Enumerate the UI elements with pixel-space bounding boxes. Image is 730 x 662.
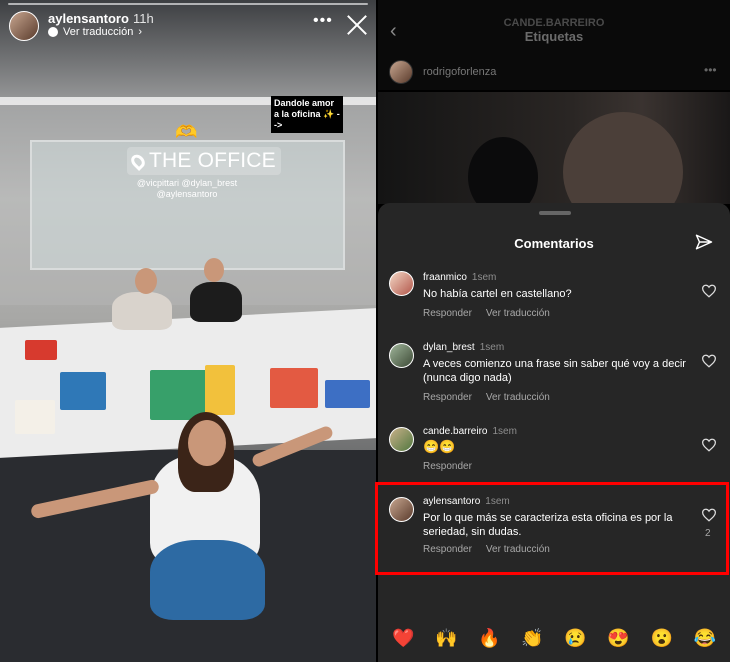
reaction-fire[interactable]: 🔥 [478,628,500,656]
person-sitting [190,282,242,322]
story-translate-link[interactable]: Ver traducción › [48,26,142,38]
comment-actions: Responder Ver traducción [423,308,564,319]
share-icon[interactable] [695,233,713,251]
avatar[interactable] [389,427,414,452]
post-header: ‹ CANDE.BARREIRO Etiquetas rodrigoforlen… [378,0,730,90]
story-progress-bar [8,3,368,5]
translate-button[interactable]: Ver traducción [486,308,550,319]
header-title: Etiquetas [524,29,584,44]
table-poster [325,380,370,408]
mention-sticker[interactable]: @aylensantoro [107,189,267,199]
person-foreground-legs [150,540,265,620]
reaction-sad[interactable]: 😢 [564,628,586,656]
reply-button[interactable]: Responder [423,392,472,403]
comment-actions: Responder [423,461,486,472]
table-poster [205,365,235,415]
comment-username[interactable]: fraanmico [423,272,467,283]
person-head [204,258,224,282]
comments-sheet: Comentarios fraanmico 1sem No había carte… [378,203,730,662]
photo-shape [563,112,683,204]
story-viewer[interactable]: Dandole amor a la oficina ✨ --> 🫶 THE OF… [0,0,376,662]
more-options-icon[interactable]: ••• [704,63,717,77]
comment-time: 1sem [479,342,505,353]
table-poster [60,372,106,410]
table-poster [25,340,57,360]
drag-handle[interactable] [539,211,571,215]
avatar[interactable] [389,343,414,368]
avatar[interactable] [9,11,39,41]
photo-shape [468,137,538,204]
reaction-surprised[interactable]: 😮 [650,628,672,656]
comment-actions: Responder Ver traducción [423,392,564,403]
reaction-clap[interactable]: 👏 [521,628,543,656]
person-face [188,420,226,466]
story-username[interactable]: aylensantoro [48,11,129,26]
highlight-box [375,482,729,575]
location-pin-icon [128,151,148,171]
quick-reactions-bar: ❤️ 🙌 🔥 👏 😢 😍 😮 😂 [378,628,730,656]
story-text-sticker: Dandole amor a la oficina ✨ --> [271,96,343,133]
sheet-title: Comentarios [514,236,594,251]
reaction-heart[interactable]: ❤️ [392,628,414,656]
comment-time: 1sem [492,426,517,437]
comment-author: fraanmico 1sem [423,272,496,283]
mention-sticker[interactable]: @vicpittari @dylan_brest [107,178,267,188]
post-image [378,92,730,204]
avatar[interactable] [389,60,413,84]
table-poster [15,400,55,434]
comment-text: A veces comienzo una frase sin saber qué… [423,358,686,384]
reply-button[interactable]: Responder [423,308,472,319]
comment-text: 😁😁 [423,439,456,454]
close-icon[interactable] [346,14,368,36]
chevron-right-icon: › [138,26,142,38]
location-label: THE OFFICE [149,149,276,172]
post-username[interactable]: rodrigoforlenza [423,66,496,78]
translate-button[interactable]: Ver traducción [486,392,550,403]
reply-button[interactable]: Responder [423,461,472,472]
story-translate-label: Ver traducción [63,26,134,38]
comment-time: 1sem [471,272,497,283]
heart-icon[interactable] [701,284,717,298]
comment-text: No había cartel en castellano? [423,288,572,300]
location-sticker[interactable]: THE OFFICE [127,147,281,175]
heart-icon[interactable] [701,438,717,452]
header-subtitle: CANDE.BARREIRO [503,17,605,29]
person-sitting [112,292,172,330]
globe-icon [48,27,58,37]
avatar[interactable] [389,271,414,296]
comment-username[interactable]: cande.barreiro [423,426,487,437]
reaction-raised-hands[interactable]: 🙌 [435,628,457,656]
reaction-laughing[interactable]: 😂 [694,628,716,656]
comment-author: cande.barreiro 1sem [423,426,517,437]
person-head [135,268,157,294]
table-poster [270,368,318,408]
heart-icon[interactable] [701,354,717,368]
reaction-heart-eyes[interactable]: 😍 [607,628,629,656]
comment-author: dylan_brest 1sem [423,342,504,353]
story-timestamp: 11h [133,11,154,26]
heart-hands-icon: 🫶 [175,122,198,142]
story-header: aylensantoro 11h Ver traducción › ••• [0,0,376,52]
more-options-icon[interactable]: ••• [313,12,333,30]
comment-username[interactable]: dylan_brest [423,342,475,353]
